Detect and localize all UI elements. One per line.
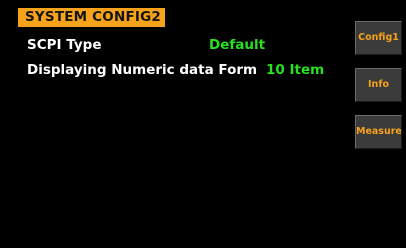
config1-button[interactable]: Config1 <box>355 21 402 55</box>
setting-value-numeric-data-form: 10 Item <box>266 62 325 78</box>
page-title: SYSTEM CONFIG2 <box>18 8 165 27</box>
system-config2-screen: SYSTEM CONFIG2 SCPI Type Default Display… <box>0 0 406 248</box>
setting-label: SCPI Type <box>27 37 102 53</box>
setting-value-scpi-type: Default <box>209 37 266 53</box>
setting-row-numeric-data-form[interactable]: Displaying Numeric data Form <box>27 61 257 79</box>
setting-row-scpi-type[interactable]: SCPI Type <box>27 36 101 54</box>
measure-button[interactable]: Measure <box>355 115 402 149</box>
info-button[interactable]: Info <box>355 68 402 102</box>
setting-label: Displaying Numeric data Form <box>27 62 258 78</box>
